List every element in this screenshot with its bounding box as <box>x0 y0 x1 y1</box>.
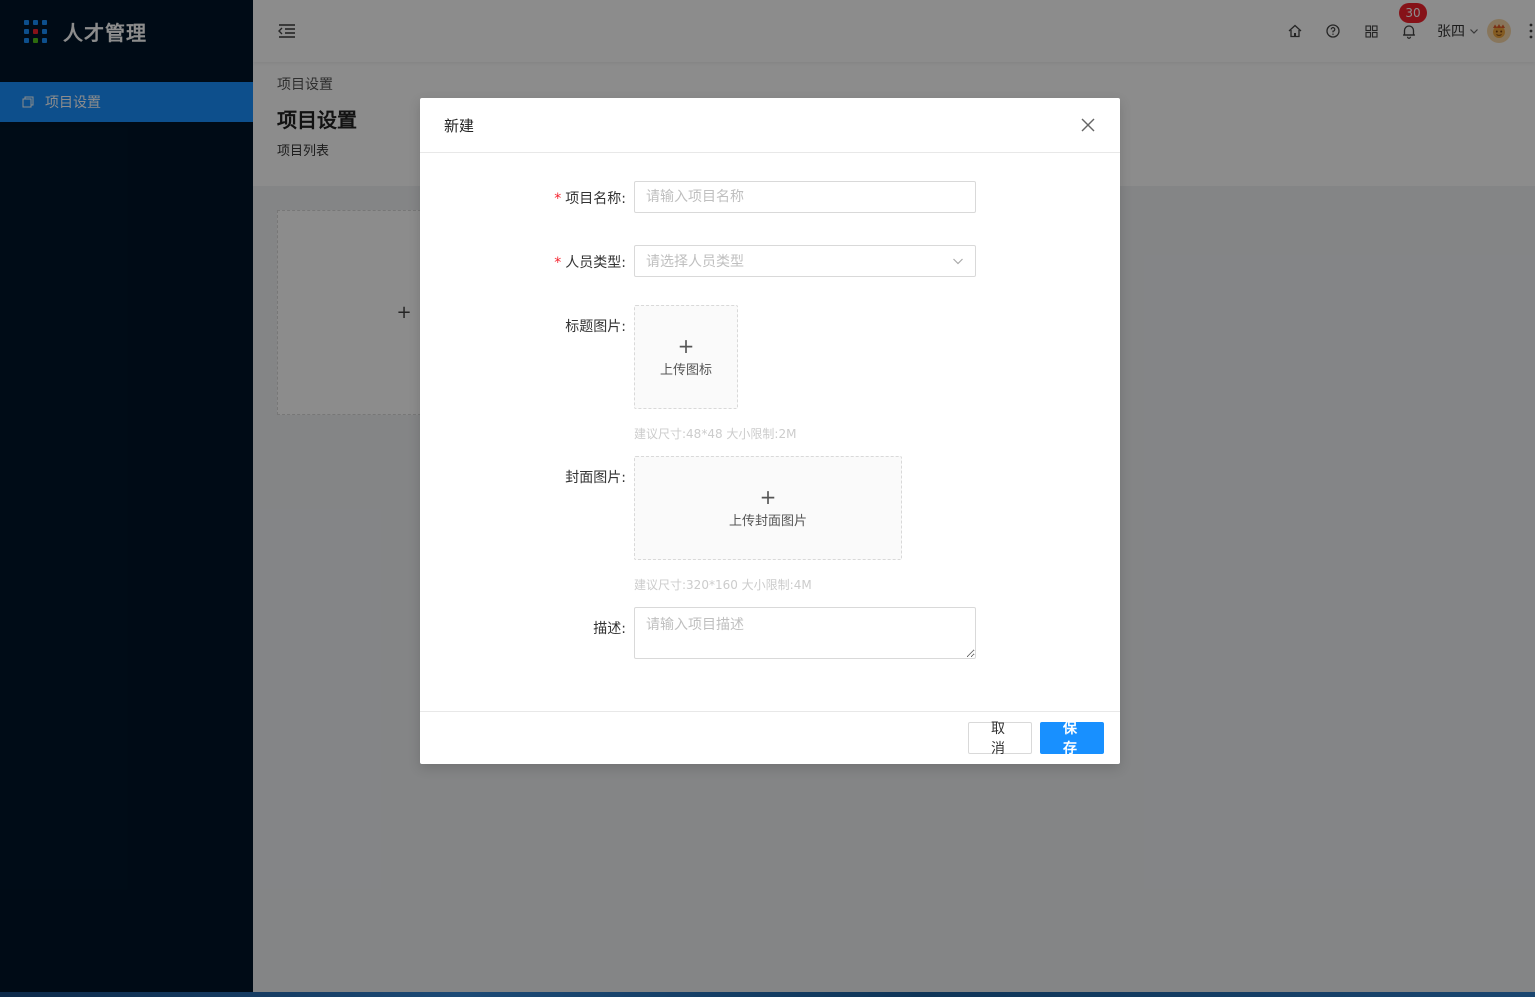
upload-icon-label: 上传图标 <box>659 362 712 378</box>
project-name-input[interactable] <box>634 181 976 213</box>
person-type-select[interactable]: 请选择人员类型 <box>634 245 976 277</box>
cover-image-label: 封面图片: <box>565 470 626 486</box>
modal-body: *项目名称: *人员类型: 请选择人员类型 标题图片: + 上传图标 建议尺寸:… <box>420 153 1120 711</box>
description-label: 描述: <box>593 621 626 637</box>
upload-cover-button[interactable]: + 上传封面图片 <box>634 456 902 560</box>
description-textarea[interactable] <box>634 607 976 659</box>
title-image-label: 标题图片: <box>565 319 626 335</box>
modal-header: 新建 <box>420 98 1120 153</box>
taskbar-strip <box>0 992 1535 997</box>
upload-icon-button[interactable]: + 上传图标 <box>634 305 738 409</box>
chevron-down-icon <box>953 258 963 265</box>
name-label: * 项目名称: <box>554 191 626 207</box>
required-mark: * <box>554 191 562 207</box>
cancel-button[interactable]: 取消 <box>968 720 1032 756</box>
upload-cover-label: 上传封面图片 <box>728 513 807 529</box>
modal-footer: 取消 保存 <box>420 711 1120 764</box>
cover-image-hint: 建议尺寸:320*160 大小限制:4M <box>634 578 812 592</box>
close-icon[interactable] <box>1080 117 1096 133</box>
title-image-hint: 建议尺寸:48*48 大小限制:2M <box>634 427 797 441</box>
required-mark: * <box>554 255 562 271</box>
select-placeholder: 请选择人员类型 <box>646 254 744 270</box>
modal-title: 新建 <box>444 116 475 135</box>
save-button[interactable]: 保存 <box>1040 720 1104 756</box>
new-project-modal: 新建 *项目名称: *人员类型: 请选择人员类型 标题图片: + 上传图标 建议… <box>420 98 1120 764</box>
plus-icon: + <box>759 484 777 509</box>
plus-icon: + <box>677 333 695 358</box>
type-label: * 人员类型: <box>554 255 626 271</box>
